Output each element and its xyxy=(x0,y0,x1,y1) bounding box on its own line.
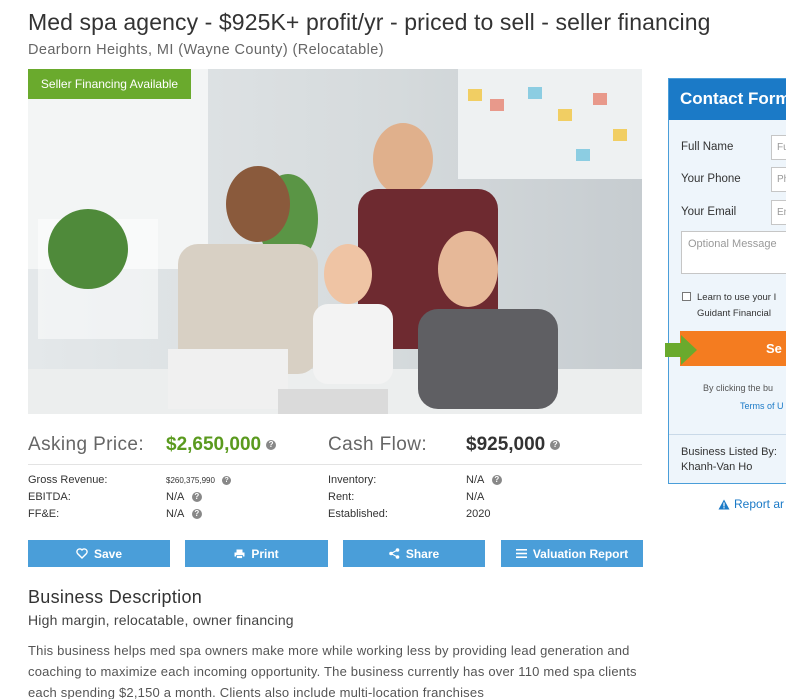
listing-photo xyxy=(28,69,642,414)
asking-price-label: Asking Price: xyxy=(28,434,145,455)
asking-price-row: Asking Price: xyxy=(28,432,144,458)
valuation-report-label: Valuation Report xyxy=(532,546,629,561)
info-icon[interactable]: ? xyxy=(222,476,232,486)
cash-flow-label: Cash Flow: xyxy=(328,434,428,455)
contact-form: Contact Form Full Name Fu Your Phone Ph … xyxy=(668,78,786,484)
learn-checkbox[interactable] xyxy=(682,292,691,301)
share-button[interactable]: Share xyxy=(343,540,485,567)
gross-revenue-value: $260,375,990 ? xyxy=(166,476,232,486)
email-label: Your Email xyxy=(681,206,737,218)
phone-label: Your Phone xyxy=(681,173,741,185)
ebitda-value: N/A ? xyxy=(166,491,202,503)
save-label: Save xyxy=(93,546,123,561)
learn-text: Learn to use your I Guidant Financial xyxy=(697,290,776,322)
seller-financing-badge: Seller Financing Available xyxy=(28,69,191,99)
learn-text-line1: Learn to use your I xyxy=(697,292,777,303)
listing-title: Med spa agency - $925K+ profit/yr - pric… xyxy=(28,9,711,35)
info-icon[interactable]: ? xyxy=(191,509,202,520)
by-clicking-text: By clicking the bu xyxy=(703,383,774,393)
info-icon[interactable]: ? xyxy=(266,440,277,450)
valuation-report-button[interactable]: Valuation Report xyxy=(501,540,643,567)
printer-icon xyxy=(234,549,245,559)
business-description-body: This business helps med spa owners make … xyxy=(28,643,637,699)
info-icon[interactable]: ? xyxy=(550,440,561,450)
rent-value: N/A xyxy=(466,491,485,503)
gross-revenue-label: Gross Revenue: xyxy=(28,474,108,486)
print-button[interactable]: Print xyxy=(185,540,328,567)
full-name-label: Full Name xyxy=(681,141,734,153)
report-link[interactable]: Report ar xyxy=(718,497,784,511)
listed-by-label: Business Listed By: xyxy=(681,446,777,458)
share-label: Share xyxy=(405,546,440,561)
business-description-heading: Business Description xyxy=(28,587,203,607)
cash-flow-row: Cash Flow: xyxy=(328,432,427,458)
inventory-amount: N/A xyxy=(466,474,484,486)
inventory-label: Inventory: xyxy=(328,474,377,486)
info-icon[interactable]: ? xyxy=(491,475,502,486)
print-label: Print xyxy=(251,546,279,561)
business-description-subheading: High margin, relocatable, owner financin… xyxy=(28,612,294,628)
listed-by-name: Khanh-Van Ho xyxy=(681,461,753,473)
ffe-value: N/A ? xyxy=(166,508,202,520)
ebitda-amount: N/A xyxy=(166,491,184,503)
phone-input[interactable]: Ph xyxy=(771,167,786,192)
rent-label: Rent: xyxy=(328,491,355,503)
asking-price-value-row: $2,650,000 ? xyxy=(166,432,277,458)
share-icon xyxy=(389,548,400,559)
ffe-amount: N/A xyxy=(166,508,184,520)
ffe-label: FF&E: xyxy=(28,508,60,520)
heart-icon xyxy=(76,548,88,559)
ebitda-label: EBITDA: xyxy=(28,491,71,503)
learn-text-line2: Guidant Financial xyxy=(697,308,771,319)
warning-icon xyxy=(718,499,730,509)
cash-flow-value: $925,000 xyxy=(466,434,546,455)
inventory-value: N/A ? xyxy=(466,474,502,486)
save-button[interactable]: Save xyxy=(28,540,170,567)
contact-form-heading: Contact Form xyxy=(669,79,786,120)
asking-price-value: $2,650,000 xyxy=(166,434,262,455)
green-arrow-icon xyxy=(665,335,697,365)
report-label: Report ar xyxy=(734,497,785,511)
message-textarea[interactable]: Optional Message xyxy=(681,231,786,274)
gross-revenue-amount: $260,375,990 xyxy=(166,476,215,485)
listed-by: Business Listed By: Khanh-Van Ho xyxy=(681,445,777,475)
list-icon xyxy=(515,549,527,558)
email-input[interactable]: En xyxy=(771,200,786,225)
divider xyxy=(28,464,642,465)
established-label: Established: xyxy=(328,508,388,520)
cash-flow-value-row: $925,000 ? xyxy=(466,432,561,458)
divider xyxy=(669,434,786,435)
full-name-input[interactable]: Fu xyxy=(771,135,786,160)
established-value: 2020 xyxy=(466,508,491,520)
listing-location: Dearborn Heights, MI (Wayne County) (Rel… xyxy=(28,42,384,58)
info-icon[interactable]: ? xyxy=(191,492,202,503)
terms-link[interactable]: Terms of U xyxy=(740,401,784,411)
